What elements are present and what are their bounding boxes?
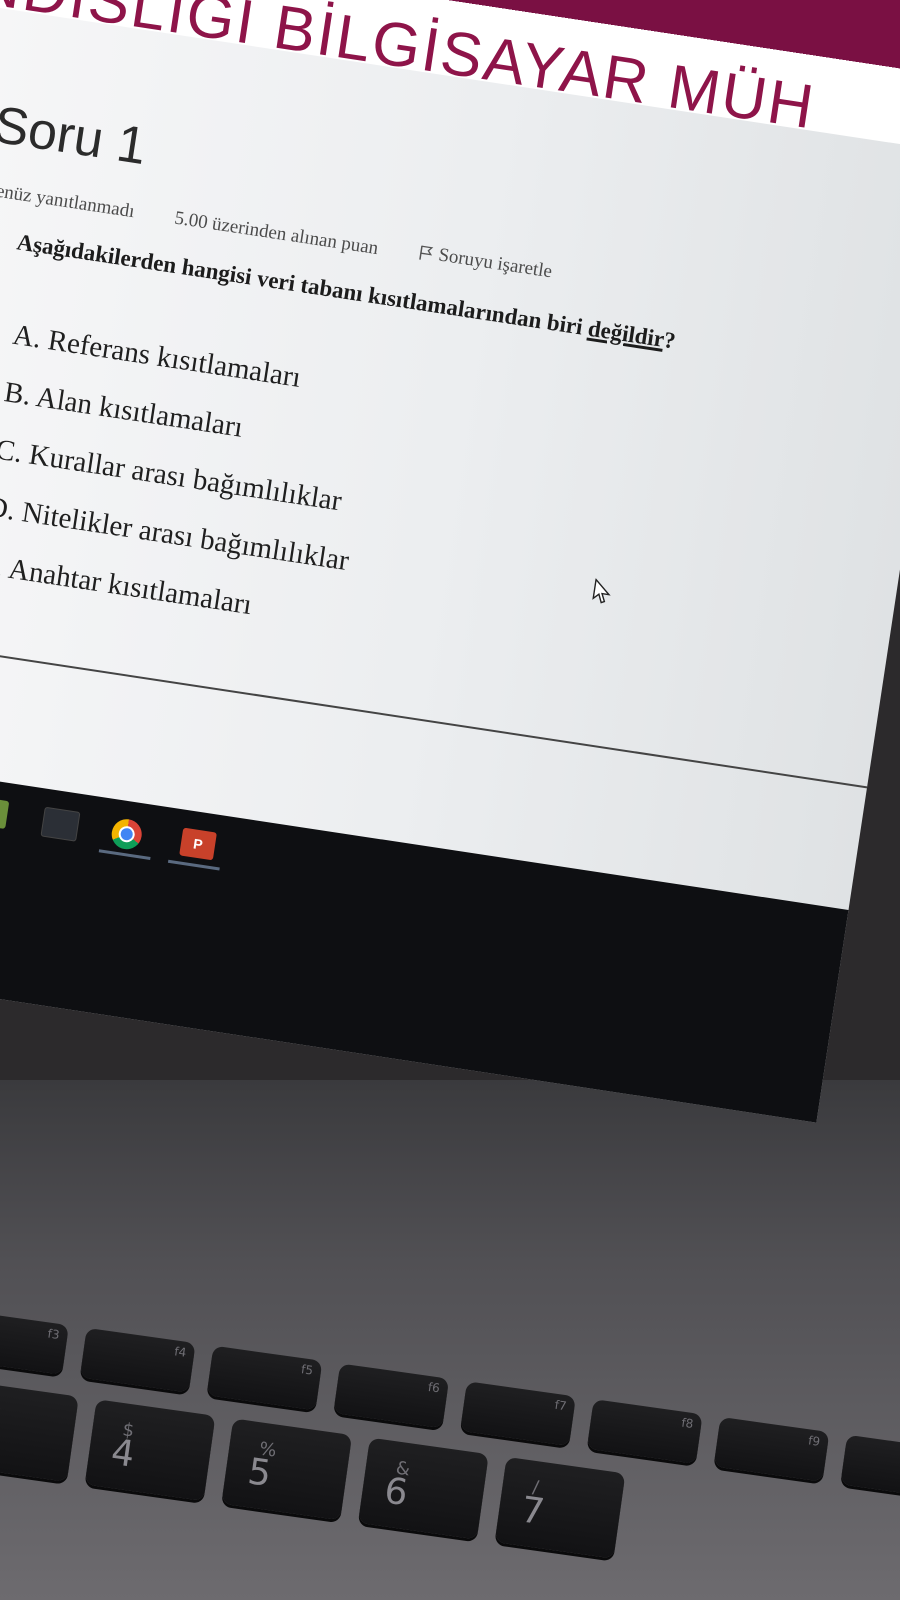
laptop-keyboard: f3 f4 f5 f6 f7 f8 f9 f10 #3 $4 %5 &6 /7 bbox=[0, 1080, 900, 1600]
question-text-emphasis: değildir bbox=[586, 315, 666, 352]
question-status: Henüz yanıtlanmadı bbox=[0, 178, 136, 223]
flag-icon bbox=[418, 245, 434, 260]
key-f6: f6 bbox=[333, 1363, 450, 1429]
key-7: /7 bbox=[494, 1456, 626, 1559]
question-points: 5.00 üzerinden alınan puan bbox=[173, 207, 380, 260]
key-f10: f10 bbox=[840, 1434, 900, 1500]
flag-question-label: Soruyu işaretle bbox=[437, 244, 554, 283]
key-4: $4 bbox=[84, 1399, 216, 1502]
content-divider bbox=[0, 630, 868, 789]
flag-question-link[interactable]: Soruyu işaretle bbox=[417, 241, 589, 288]
laptop-screen: NDISLIGI BİLGİSAYAR MÜH Soru 1 Henüz yan… bbox=[0, 0, 900, 1123]
key-3: #3 bbox=[0, 1380, 79, 1482]
question-text-end: ? bbox=[662, 327, 678, 354]
key-f5: f5 bbox=[206, 1345, 323, 1411]
key-5: % 5 bbox=[221, 1418, 353, 1521]
chrome-icon[interactable] bbox=[109, 817, 144, 852]
photos-icon[interactable] bbox=[0, 796, 10, 829]
taskbar-active-indicator bbox=[167, 859, 220, 871]
key-f9: f9 bbox=[713, 1416, 830, 1482]
terminal-icon[interactable] bbox=[40, 806, 81, 842]
answer-options: A. Referans kısıtlamaları B. Alan kısıtl… bbox=[0, 300, 379, 647]
key-f3: f3 bbox=[0, 1310, 69, 1375]
key-f7: f7 bbox=[460, 1381, 576, 1447]
windows-taskbar: P bbox=[0, 754, 849, 1123]
key-f8: f8 bbox=[586, 1399, 703, 1464]
mouse-cursor-icon bbox=[592, 578, 611, 604]
key-f4: f4 bbox=[79, 1327, 196, 1393]
taskbar-active-indicator bbox=[98, 849, 151, 861]
powerpoint-icon[interactable]: P bbox=[179, 827, 217, 861]
question-title: Soru 1 bbox=[0, 95, 151, 177]
key-6: & 6 bbox=[358, 1437, 489, 1540]
